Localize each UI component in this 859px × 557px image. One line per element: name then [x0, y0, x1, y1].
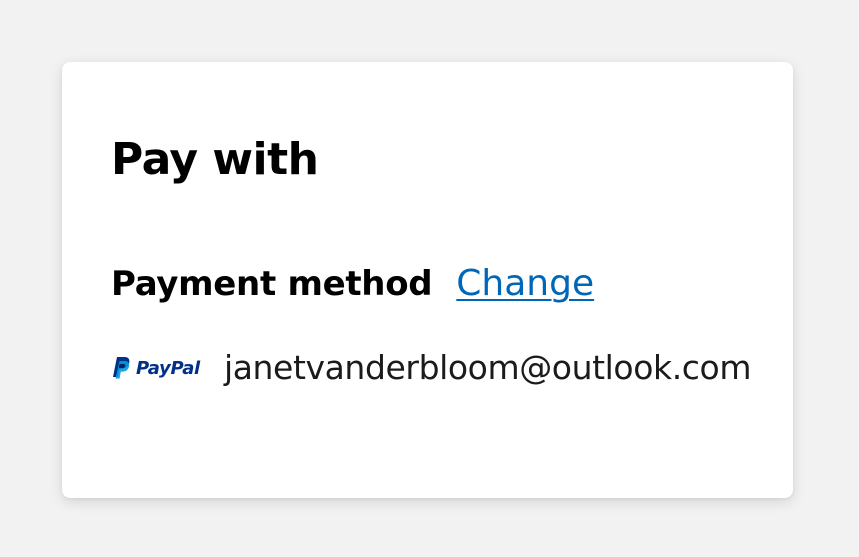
payment-method-label: Payment method: [111, 264, 433, 304]
payment-account-row: PayPal janetvanderbloom@outlook.com: [111, 346, 751, 390]
account-email: janetvanderbloom@outlook.com: [223, 348, 752, 387]
pay-with-card: Pay with Payment method Change PayPal ja…: [62, 62, 793, 498]
change-payment-link[interactable]: Change: [456, 262, 594, 306]
paypal-icon: [113, 357, 130, 379]
paypal-logo: PayPal: [111, 353, 200, 383]
paypal-wordmark: PayPal: [136, 357, 200, 379]
page-title: Pay with: [111, 134, 319, 185]
payment-method-header: Payment method Change: [111, 262, 594, 306]
